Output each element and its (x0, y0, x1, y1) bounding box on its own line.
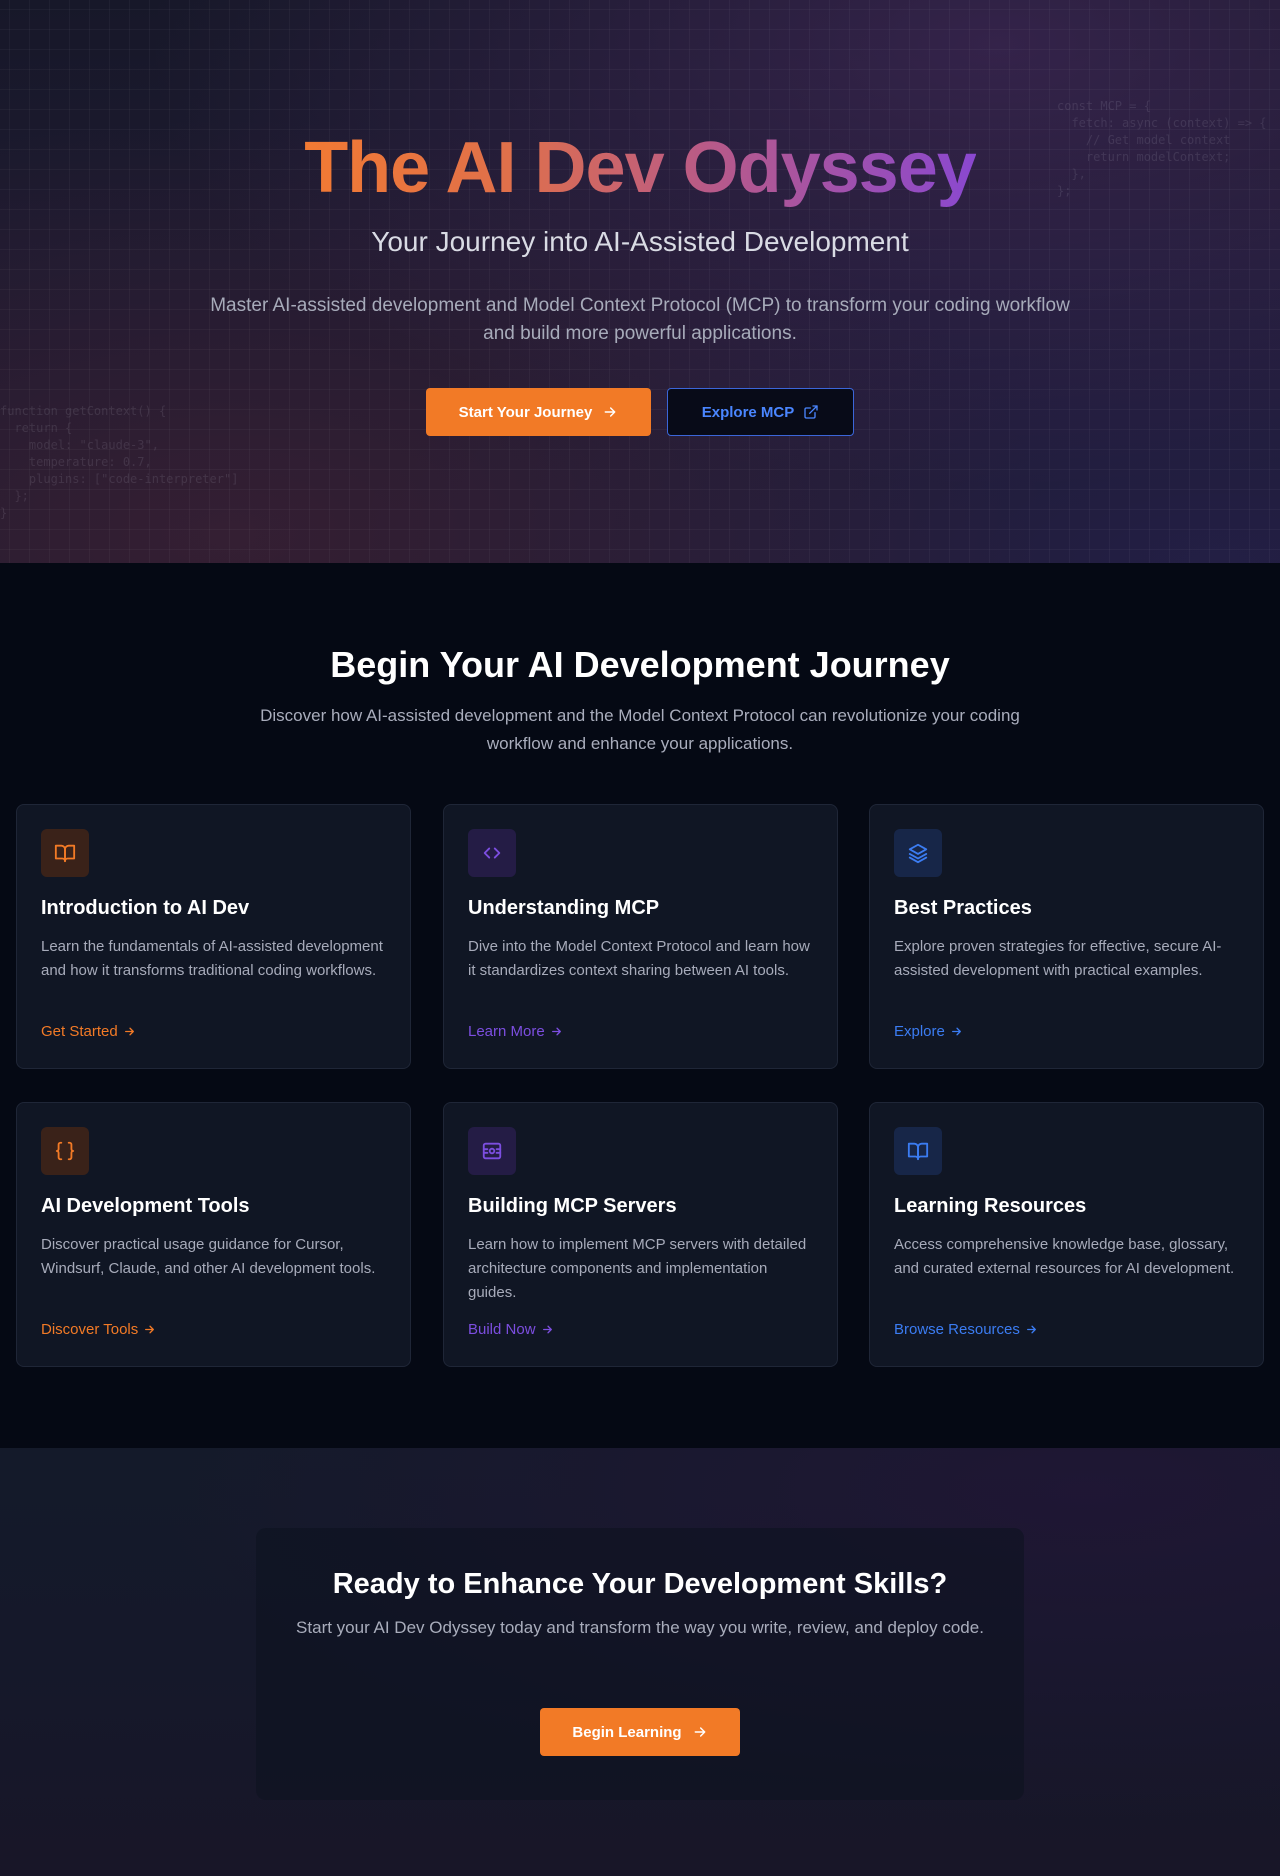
learn-more-link[interactable]: Learn More (468, 1023, 563, 1040)
cta-title: Ready to Enhance Your Development Skills… (332, 1568, 948, 1600)
card-description: Learn the fundamentals of AI-assisted de… (41, 938, 383, 979)
explore-link[interactable]: Explore (894, 1023, 963, 1040)
card-link-label: Explore (894, 1023, 945, 1040)
hero-subtitle: Your Journey into AI-Assisted Developmen… (371, 226, 909, 257)
card-description: Explore proven strategies for effective,… (894, 938, 1222, 979)
hero-title: The AI Dev Odyssey (304, 128, 977, 208)
cta-box: Ready to Enhance Your Development Skills… (256, 1528, 1024, 1800)
card-description: Learn how to implement MCP servers with … (468, 1236, 807, 1301)
card-intro-ai-dev[interactable]: Introduction to AI Dev Learn the fundame… (16, 804, 411, 1069)
arrow-right-icon (692, 1724, 708, 1740)
start-journey-button[interactable]: Start Your Journey (426, 388, 651, 436)
card-description: Discover practical usage guidance for Cu… (41, 1236, 376, 1277)
cta-description: Start your AI Dev Odyssey today and tran… (296, 1618, 984, 1637)
external-link-icon (803, 404, 819, 420)
discover-tools-link[interactable]: Discover Tools (41, 1321, 156, 1338)
card-title: Best Practices (894, 897, 1032, 919)
card-understanding-mcp[interactable]: Understanding MCP Dive into the Model Co… (443, 804, 838, 1069)
braces-icon (41, 1127, 89, 1175)
arrow-right-icon (1025, 1323, 1038, 1336)
card-link-label: Get Started (41, 1023, 118, 1040)
arrow-right-icon (950, 1025, 963, 1038)
hero-section: const MCP = { fetch: async (context) => … (0, 0, 1280, 563)
server-icon (468, 1127, 516, 1175)
card-description: Dive into the Model Context Protocol and… (468, 938, 810, 979)
card-learning-resources[interactable]: Learning Resources Access comprehensive … (869, 1102, 1264, 1367)
code-icon (468, 829, 516, 877)
browse-resources-link[interactable]: Browse Resources (894, 1321, 1038, 1338)
card-ai-development-tools[interactable]: AI Development Tools Discover practical … (16, 1102, 411, 1367)
card-title: Understanding MCP (468, 897, 660, 919)
begin-learning-label: Begin Learning (572, 1723, 682, 1741)
build-now-link[interactable]: Build Now (468, 1321, 554, 1338)
card-title: Building MCP Servers (468, 1195, 677, 1217)
section-description: Discover how AI-assisted development and… (260, 706, 1020, 753)
card-title: Learning Resources (894, 1195, 1087, 1217)
arrow-right-icon (602, 404, 618, 420)
card-title: AI Development Tools (41, 1195, 250, 1217)
arrow-right-icon (143, 1323, 156, 1336)
explore-mcp-button[interactable]: Explore MCP (667, 388, 854, 436)
start-journey-label: Start Your Journey (458, 403, 593, 421)
arrow-right-icon (123, 1025, 136, 1038)
card-link-label: Browse Resources (894, 1321, 1020, 1338)
card-title: Introduction to AI Dev (41, 897, 250, 919)
book-open-icon (41, 829, 89, 877)
book-open-icon (894, 1127, 942, 1175)
card-link-label: Learn More (468, 1023, 545, 1040)
layers-icon (894, 829, 942, 877)
section-title: Begin Your AI Development Journey (330, 644, 950, 685)
card-link-label: Build Now (468, 1321, 536, 1338)
cta-section: Ready to Enhance Your Development Skills… (0, 1448, 1280, 1876)
hero-description: Master AI-assisted development and Model… (210, 295, 1070, 344)
arrow-right-icon (541, 1323, 554, 1336)
card-description: Access comprehensive knowledge base, glo… (894, 1236, 1235, 1277)
card-best-practices[interactable]: Best Practices Explore proven strategies… (869, 804, 1264, 1069)
get-started-link[interactable]: Get Started (41, 1023, 136, 1040)
begin-learning-button[interactable]: Begin Learning (540, 1708, 740, 1756)
code-snippet-decoration: function getContext() { return { model: … (0, 404, 239, 520)
card-link-label: Discover Tools (41, 1321, 139, 1338)
arrow-right-icon (550, 1025, 563, 1038)
card-building-mcp-servers[interactable]: Building MCP Servers Learn how to implem… (443, 1102, 838, 1367)
explore-mcp-label: Explore MCP (701, 403, 795, 421)
